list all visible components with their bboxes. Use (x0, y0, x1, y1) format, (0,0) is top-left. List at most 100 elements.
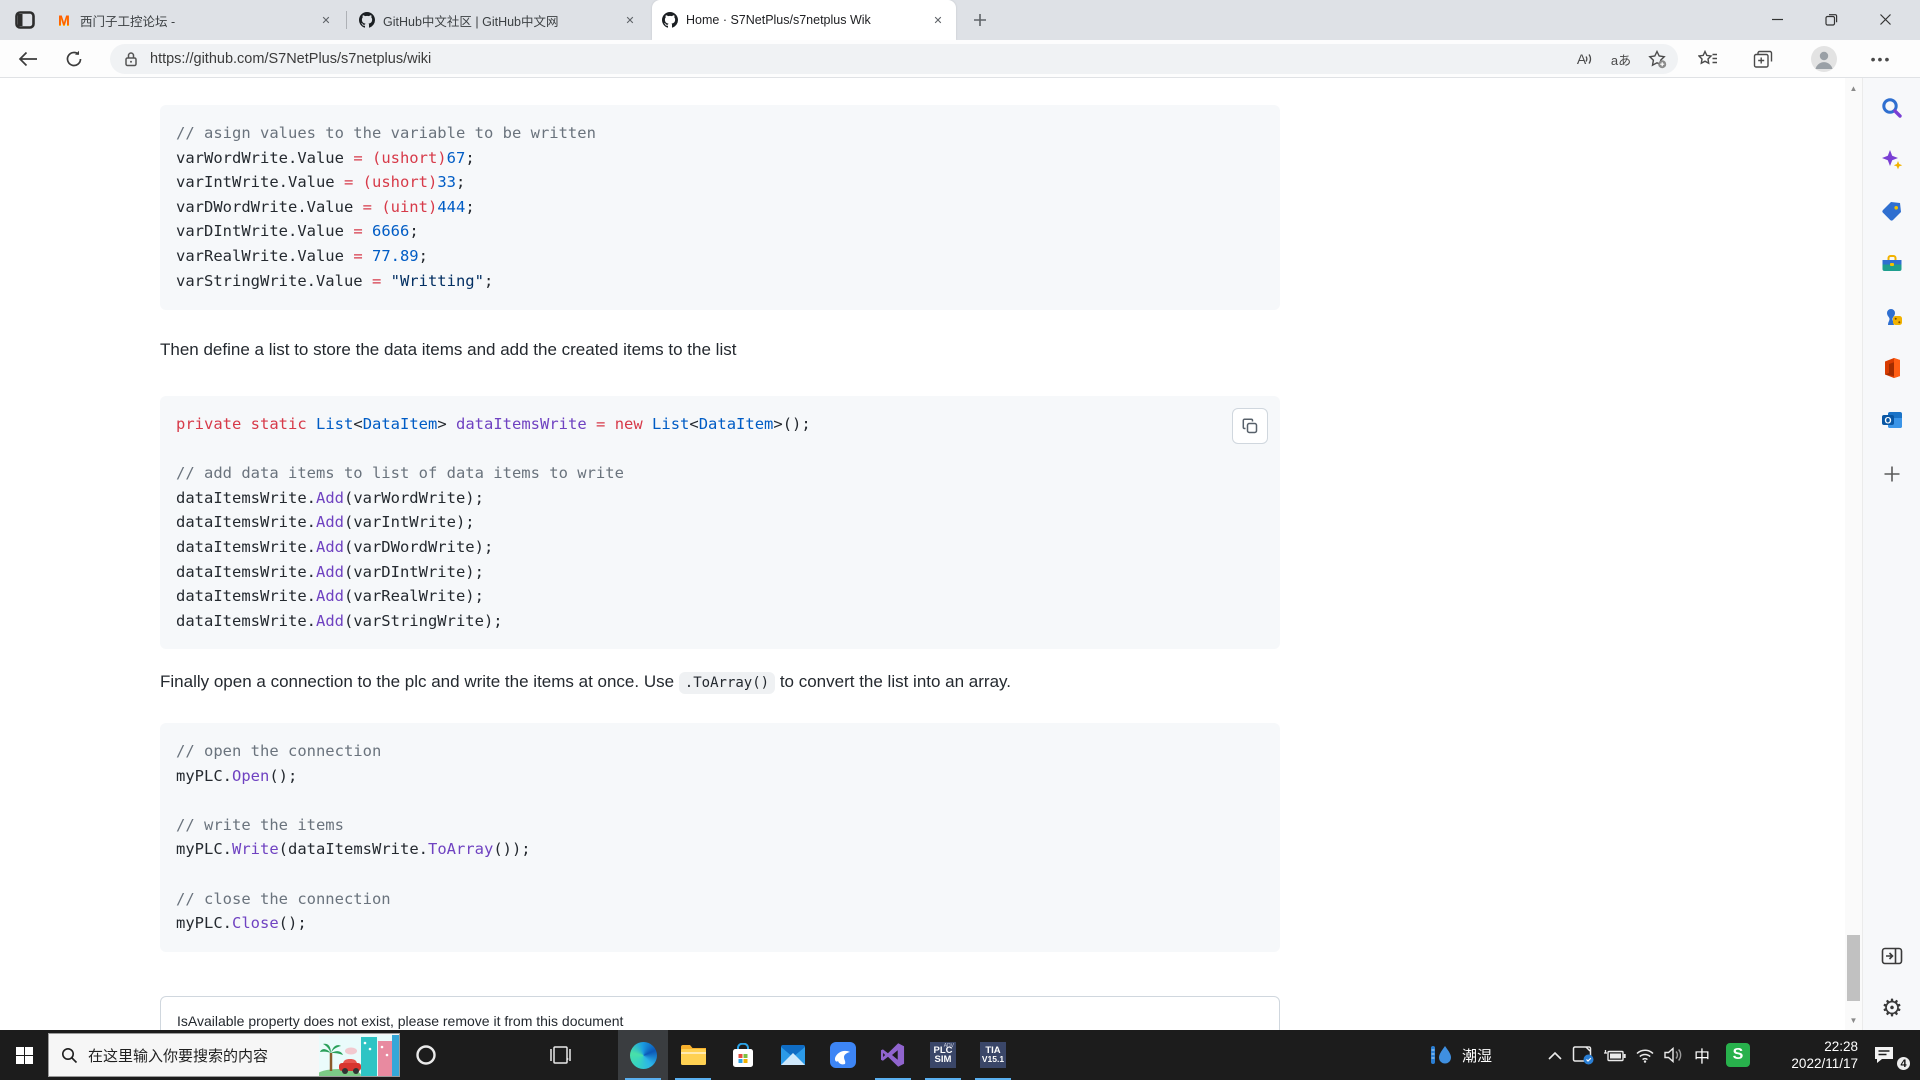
xunlei-bird-icon (830, 1042, 856, 1068)
profile-button[interactable] (1809, 45, 1839, 73)
add-favorite-button[interactable] (1642, 46, 1672, 72)
address-bar[interactable]: https://github.com/S7NetPlus/s7netplus/w… (110, 44, 1678, 74)
favorites-star-icon (1698, 50, 1718, 68)
tab-github-cn[interactable]: GitHub中文社区 | GitHub中文网 ✕ (349, 0, 648, 40)
window-restore-button[interactable] (1808, 0, 1854, 39)
weather-label: 潮湿 (1462, 1045, 1492, 1066)
taskbar-search-box[interactable]: 在这里输入你要搜索的内容 (48, 1033, 400, 1077)
person-icon (1811, 46, 1837, 72)
tray-sogou-input[interactable]: S (1722, 1030, 1754, 1080)
taskbar-app-xunlei[interactable] (818, 1030, 868, 1080)
copy-icon (1242, 418, 1258, 434)
browser-viewport: // asign values to the variable to be wr… (0, 78, 1920, 1030)
tab-actions-menu-button[interactable] (10, 7, 40, 33)
tab-separator (346, 11, 347, 29)
tray-wifi[interactable] (1630, 1030, 1660, 1080)
search-placeholder: 在这里输入你要搜索的内容 (88, 1045, 268, 1066)
tray-ink-workspace[interactable] (1568, 1030, 1598, 1080)
tab-close-icon[interactable]: ✕ (930, 12, 946, 28)
weather-widget[interactable]: 潮湿 (1428, 1030, 1532, 1080)
tray-clock[interactable]: 22:28 2022/11/17 (1791, 1030, 1858, 1080)
edge-sidebar: O ⚙ (1862, 78, 1920, 1030)
action-center-button[interactable]: 4 (1862, 1030, 1906, 1080)
page-scrollbar[interactable]: ▲ ▼ (1845, 78, 1862, 1030)
sidebar-customize-button[interactable] (1876, 458, 1908, 490)
gear-icon: ⚙ (1881, 994, 1903, 1023)
tab-close-icon[interactable]: ✕ (622, 12, 638, 28)
sidebar-games-button[interactable] (1876, 300, 1908, 332)
url-text[interactable]: https://github.com/S7NetPlus/s7netplus/w… (150, 51, 1570, 67)
refresh-button[interactable] (58, 43, 90, 75)
tray-ime-indicator[interactable]: 中 (1688, 1030, 1716, 1080)
microsoft-store-icon (731, 1043, 755, 1068)
settings-more-button[interactable]: ••• (1866, 45, 1896, 73)
search-highlight-illustration[interactable] (319, 1035, 399, 1077)
plus-icon (973, 13, 987, 27)
sidebar-office-button[interactable] (1876, 352, 1908, 384)
sidebar-outlook-button[interactable]: O (1876, 404, 1908, 436)
window-close-button[interactable] (1862, 0, 1908, 39)
svg-text:O: O (1884, 416, 1891, 426)
windows-taskbar: 在这里输入你要搜索的内容 (0, 1030, 1920, 1080)
taskbar-app-plcsim[interactable]: ADV PLC SIM (918, 1030, 968, 1080)
sidebar-open-panel-button[interactable] (1876, 940, 1908, 972)
scroll-up-arrow[interactable]: ▲ (1845, 80, 1862, 96)
office-icon (1880, 356, 1904, 380)
file-explorer-icon (680, 1044, 707, 1066)
chevron-up-icon (1548, 1051, 1562, 1060)
paragraph-text: Finally open a connection to the plc and… (160, 672, 679, 691)
refresh-icon (65, 50, 83, 68)
sidebar-search-button[interactable] (1876, 92, 1908, 124)
window-minimize-button[interactable] (1754, 0, 1800, 39)
tab-title: Home · S7NetPlus/s7netplus Wik (686, 13, 922, 27)
toolbox-icon (1880, 252, 1904, 276)
tray-show-hidden-icons[interactable] (1540, 1030, 1570, 1080)
taskbar-app-file-explorer[interactable] (668, 1030, 718, 1080)
back-button[interactable] (12, 43, 44, 75)
copy-code-button[interactable] (1232, 408, 1268, 444)
plcsim-icon: ADV PLC SIM (930, 1042, 956, 1068)
restore-icon (1825, 13, 1838, 26)
sidebar-settings-button[interactable]: ⚙ (1876, 992, 1908, 1024)
start-button[interactable] (0, 1030, 48, 1080)
battery-charging-icon (1602, 1049, 1626, 1062)
code-text: // open the connectionmyPLC.Open(); // w… (160, 723, 1280, 952)
tab-siemens-forum[interactable]: M 西门子工控论坛 - ✕ (46, 0, 344, 40)
new-tab-button[interactable] (966, 6, 994, 34)
sidebar-discover-copilot-button[interactable] (1876, 144, 1908, 176)
taskbar-app-tia-portal[interactable]: TIA V15.1 (968, 1030, 1018, 1080)
plcsim-label-line2: SIM (935, 1055, 952, 1064)
favorites-hub-button[interactable] (1693, 45, 1723, 73)
minimize-icon (1771, 13, 1784, 26)
task-view-button[interactable] (538, 1030, 582, 1080)
tab-title: 西门子工控论坛 - (80, 11, 310, 30)
price-tag-icon (1880, 200, 1904, 224)
tray-volume[interactable] (1658, 1030, 1690, 1080)
translate-button[interactable]: aあ (1606, 46, 1636, 72)
tray-battery[interactable] (1598, 1030, 1630, 1080)
browser-toolbar: https://github.com/S7NetPlus/s7netplus/w… (0, 40, 1920, 78)
taskbar-app-edge[interactable] (618, 1030, 668, 1080)
tab-close-icon[interactable]: ✕ (318, 12, 334, 28)
scrollbar-thumb[interactable] (1847, 935, 1860, 1001)
cortana-button[interactable] (404, 1030, 448, 1080)
inline-code-toarray: .ToArray() (679, 672, 775, 694)
taskbar-app-store[interactable] (718, 1030, 768, 1080)
m-forum-favicon: M (56, 12, 72, 28)
plus-icon (1883, 465, 1901, 483)
tablet-pen-icon (1572, 1045, 1594, 1065)
taskbar-app-mail[interactable] (768, 1030, 818, 1080)
taskbar-app-visual-studio[interactable] (868, 1030, 918, 1080)
tia-label-line2: V15.1 (982, 1055, 1004, 1064)
scroll-down-arrow[interactable]: ▼ (1845, 1012, 1862, 1028)
wiki-page-content: // asign values to the variable to be wr… (0, 78, 1845, 1030)
collections-button[interactable] (1748, 45, 1778, 73)
tab-s7netplus-wiki-active[interactable]: Home · S7NetPlus/s7netplus Wik ✕ (652, 0, 956, 40)
sidebar-tools-button[interactable] (1876, 248, 1908, 280)
paragraph-text: to convert the list into an array. (775, 672, 1011, 691)
tia-portal-icon: TIA V15.1 (980, 1042, 1006, 1068)
sidebar-shopping-button[interactable] (1876, 196, 1908, 228)
lock-icon (124, 51, 138, 67)
read-aloud-button[interactable]: A (1570, 46, 1600, 72)
sogou-icon: S (1726, 1043, 1750, 1067)
